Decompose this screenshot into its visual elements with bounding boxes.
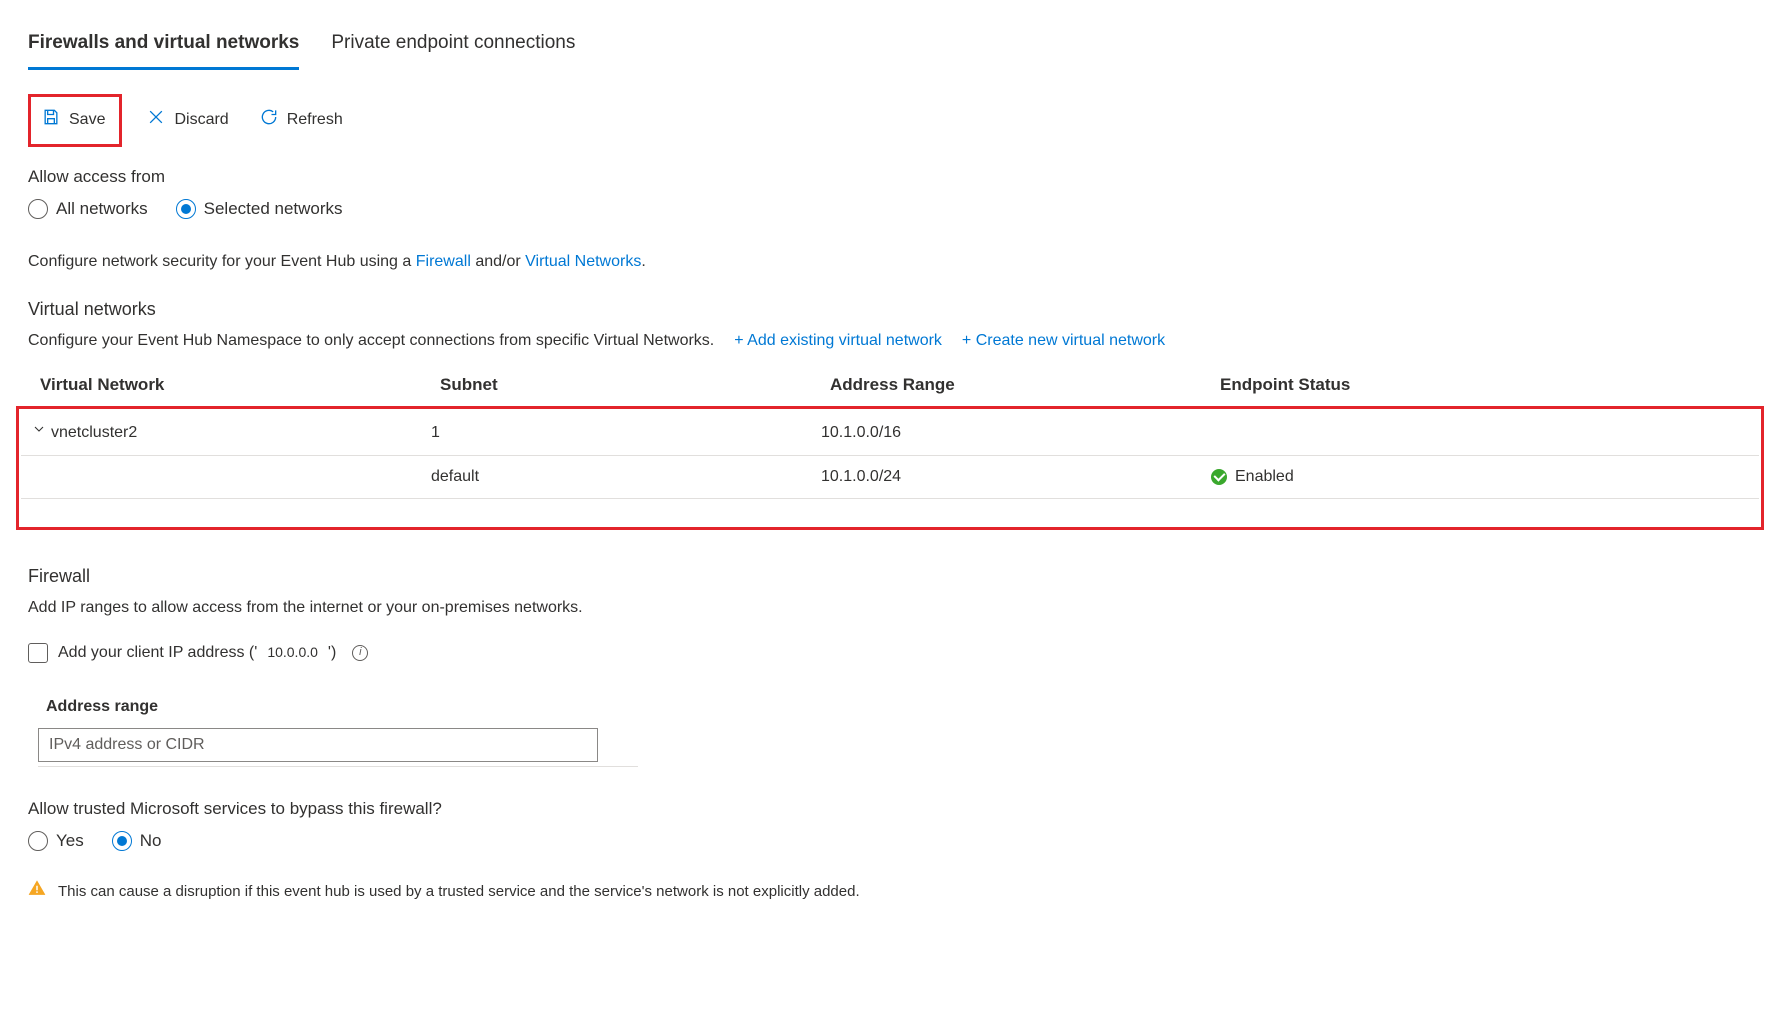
col-subnet: Subnet — [440, 373, 830, 397]
client-ip-value: 10.0.0.0 — [267, 643, 318, 663]
configure-andor: and/or — [471, 253, 525, 270]
table-header: Virtual Network Subnet Address Range End… — [28, 365, 1752, 407]
chevron-down-icon[interactable] — [31, 421, 47, 444]
access-radio-group: All networks Selected networks — [28, 197, 343, 221]
add-ip-prefix: Add your client IP address (' — [58, 642, 257, 664]
configure-prefix: Configure network security for your Even… — [28, 253, 416, 270]
toolbar: Save Discard Refresh — [28, 94, 1752, 147]
table-row: vnetcluster2 1 10.1.0.0/16 — [21, 411, 1759, 455]
radio-icon — [112, 831, 132, 851]
vnet-title: Virtual networks — [28, 297, 1752, 322]
save-label: Save — [69, 109, 105, 131]
radio-no-label: No — [140, 829, 162, 853]
bypass-radio-group: Yes No — [28, 829, 161, 853]
table-row: default 10.1.0.0/24 Enabled — [21, 456, 1759, 499]
vnet-name[interactable]: vnetcluster2 — [51, 422, 137, 444]
radio-selected-label: Selected networks — [204, 197, 343, 221]
access-label: Allow access from — [28, 165, 1752, 189]
address-range-input[interactable] — [38, 728, 598, 762]
refresh-label: Refresh — [287, 109, 343, 131]
add-ip-suffix: ') — [328, 642, 336, 664]
radio-icon — [28, 199, 48, 219]
discard-label: Discard — [174, 109, 228, 131]
radio-icon — [28, 831, 48, 851]
tab-firewalls[interactable]: Firewalls and virtual networks — [28, 24, 299, 70]
radio-icon — [176, 199, 196, 219]
col-address-range: Address Range — [830, 373, 1220, 397]
vnet-table-highlight: vnetcluster2 1 10.1.0.0/16 default 10.1.… — [16, 406, 1764, 530]
save-button-highlight: Save — [28, 94, 122, 147]
checkbox-add-client-ip[interactable]: Add your client IP address (' 10.0.0.0 '… — [28, 642, 368, 664]
add-existing-vnet-link[interactable]: + Add existing virtual network — [734, 330, 942, 352]
bypass-label: Allow trusted Microsoft services to bypa… — [28, 797, 1752, 821]
radio-yes-label: Yes — [56, 829, 84, 853]
check-icon — [1211, 469, 1227, 485]
range-cell: 10.1.0.0/24 — [821, 466, 1211, 488]
range-cell: 10.1.0.0/16 — [821, 422, 1211, 444]
tab-private-endpoints[interactable]: Private endpoint connections — [331, 24, 575, 70]
bypass-warning: This can cause a disruption if this even… — [28, 879, 1752, 903]
discard-button[interactable]: Discard — [140, 103, 234, 138]
radio-bypass-yes[interactable]: Yes — [28, 829, 84, 853]
create-new-vnet-link[interactable]: + Create new virtual network — [962, 330, 1165, 352]
subnet-cell: default — [431, 466, 821, 488]
vnet-table: Virtual Network Subnet Address Range End… — [28, 365, 1752, 531]
close-icon — [146, 107, 166, 134]
address-range-field-wrap — [38, 728, 638, 767]
status-text: Enabled — [1235, 466, 1294, 488]
firewall-title: Firewall — [28, 564, 1752, 589]
subnet-cell: 1 — [431, 422, 821, 444]
firewall-link[interactable]: Firewall — [416, 253, 471, 270]
save-icon — [41, 107, 61, 134]
info-icon[interactable]: i — [352, 645, 368, 661]
warning-icon — [28, 879, 46, 903]
radio-bypass-no[interactable]: No — [112, 829, 162, 853]
address-range-label: Address range — [46, 696, 1752, 718]
save-button[interactable]: Save — [35, 103, 111, 138]
radio-selected-networks[interactable]: Selected networks — [176, 197, 343, 221]
configure-suffix: . — [641, 253, 645, 270]
configure-text: Configure network security for your Even… — [28, 251, 1752, 273]
vnet-link[interactable]: Virtual Networks — [525, 253, 641, 270]
firewall-desc: Add IP ranges to allow access from the i… — [28, 597, 1752, 619]
bypass-warning-text: This can cause a disruption if this even… — [58, 881, 860, 902]
tabs: Firewalls and virtual networks Private e… — [28, 24, 1752, 70]
col-endpoint-status: Endpoint Status — [1220, 373, 1740, 397]
radio-all-networks[interactable]: All networks — [28, 197, 148, 221]
checkbox-icon — [28, 643, 48, 663]
status-cell: Enabled — [1211, 466, 1749, 488]
col-virtual-network: Virtual Network — [40, 373, 440, 397]
refresh-icon — [259, 107, 279, 134]
refresh-button[interactable]: Refresh — [253, 103, 349, 138]
vnet-desc: Configure your Event Hub Namespace to on… — [28, 330, 714, 352]
radio-all-label: All networks — [56, 197, 148, 221]
